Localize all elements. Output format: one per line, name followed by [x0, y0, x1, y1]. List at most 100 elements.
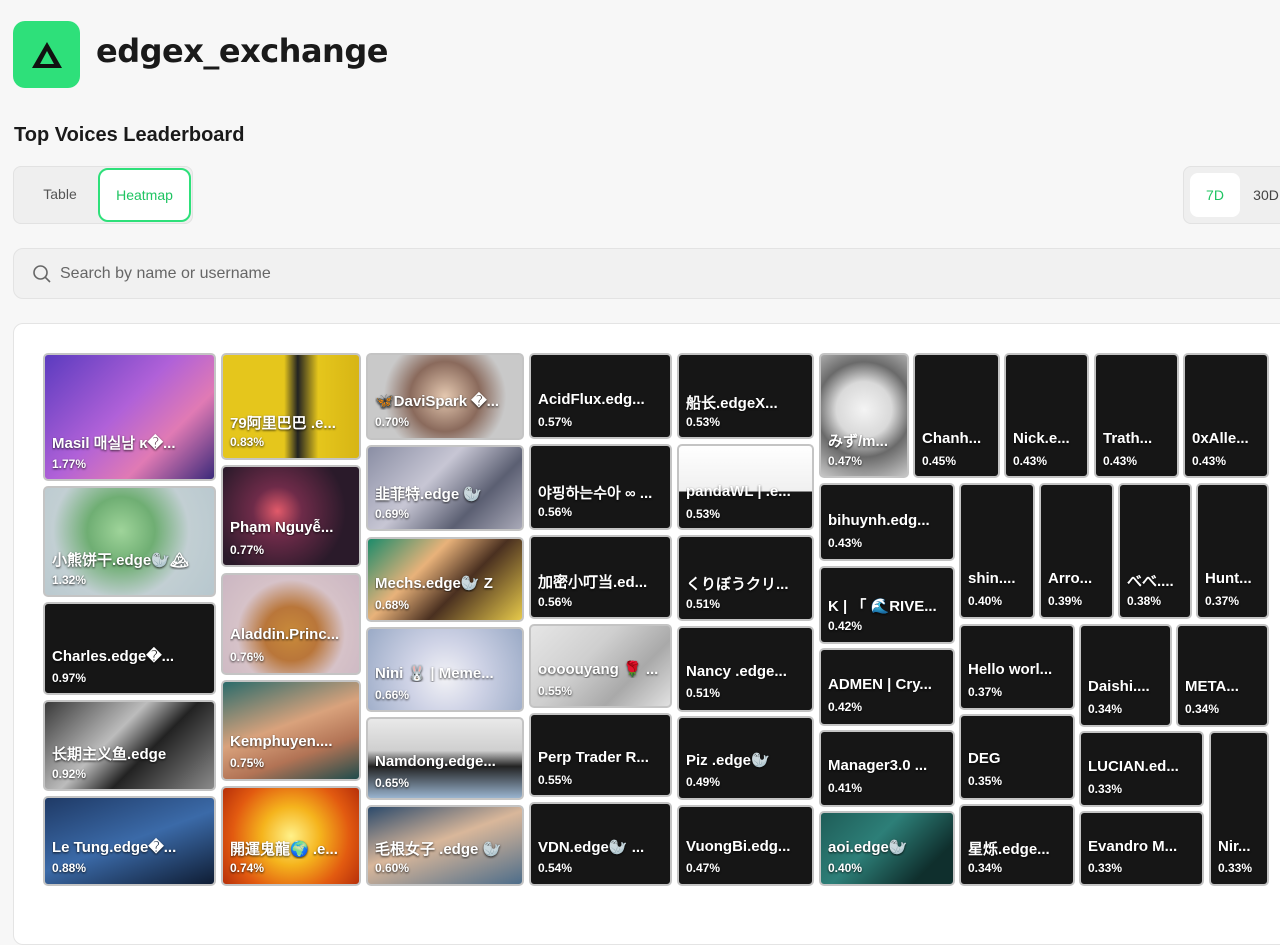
heatmap-tile[interactable]: 小熊饼干.edge🦭🏔 1.32% [43, 486, 216, 597]
tile-name: 韭菲特.edge 🦭 [375, 486, 483, 503]
tile-name: Kemphuyen.... [230, 733, 333, 750]
heatmap-tile[interactable]: みず/m... 0.47% [819, 353, 909, 478]
heatmap-tile[interactable]: 船长.edgeX... 0.53% [677, 353, 814, 439]
heatmap-tile[interactable]: Le Tung.edge�... 0.88% [43, 796, 216, 886]
heatmap-tile[interactable]: META... 0.34% [1176, 624, 1269, 727]
tile-percent: 0.92% [52, 767, 87, 781]
tile-name: VuongBi.edg... [686, 838, 791, 855]
heatmap-tile[interactable]: Charles.edge�... 0.97% [43, 602, 216, 695]
heatmap-tile[interactable]: Trath... 0.43% [1094, 353, 1179, 478]
heatmap-tile[interactable]: Hello worl... 0.37% [959, 624, 1075, 710]
tile-percent: 0.53% [686, 415, 721, 429]
heatmap-tile[interactable]: LUCIAN.ed... 0.33% [1079, 731, 1204, 807]
heatmap-tile[interactable]: 야핑하는수아 ∞ ... 0.56% [529, 444, 672, 530]
tile-percent: 0.34% [1088, 702, 1123, 716]
tile-name: Hunt... [1205, 570, 1252, 587]
heatmap-tile[interactable]: shin.... 0.40% [959, 483, 1035, 619]
tile-percent: 0.77% [230, 543, 265, 557]
heatmap-tile[interactable]: 毛根女子 .edge 🦭 0.60% [366, 805, 524, 886]
heatmap-tile[interactable]: bihuynh.edg... 0.43% [819, 483, 955, 561]
tile-name: 79阿里巴巴 .e... [230, 415, 336, 432]
tile-percent: 0.74% [230, 861, 265, 875]
heatmap-tile[interactable]: Chanh... 0.45% [913, 353, 1000, 478]
heatmap-tile[interactable]: aoi.edge🦭 0.40% [819, 811, 955, 886]
tile-name: oooouyang 🌹 ... [538, 661, 659, 678]
heatmap-tile[interactable]: Hunt... 0.37% [1196, 483, 1269, 619]
tile-name: LUCIAN.ed... [1088, 758, 1179, 775]
heatmap-tile[interactable]: 79阿里巴巴 .e... 0.83% [221, 353, 361, 460]
tile-name: VDN.edge🦭 ... [538, 839, 645, 856]
heatmap-tile[interactable]: VuongBi.edg... 0.47% [677, 805, 814, 886]
tile-percent: 0.57% [538, 415, 573, 429]
heatmap-tile[interactable]: Nini 🐰 | Meme... 0.66% [366, 627, 524, 712]
heatmap-tile[interactable]: Kemphuyen.... 0.75% [221, 680, 361, 781]
tile-name: 毛根女子 .edge 🦭 [375, 841, 502, 858]
heatmap-tile[interactable]: pandaWL | .e... 0.53% [677, 444, 814, 530]
tile-percent: 0.54% [538, 861, 573, 875]
tile-percent: 0.53% [686, 507, 721, 521]
tile-percent: 0.37% [968, 685, 1003, 699]
heatmap-tile[interactable]: 长期主义鱼.edge 0.92% [43, 700, 216, 791]
heatmap-tile[interactable]: 加密小叮当.ed... 0.56% [529, 535, 672, 619]
heatmap-tile[interactable]: Masil 매실남 κ�... 1.77% [43, 353, 216, 481]
tile-percent: 0.35% [968, 774, 1003, 788]
heatmap-tile[interactable]: AcidFlux.edg... 0.57% [529, 353, 672, 439]
tile-name: 야핑하는수아 ∞ ... [538, 485, 653, 502]
heatmap-tile[interactable]: Piz .edge🦭 0.49% [677, 716, 814, 800]
heatmap-tile[interactable]: DEG 0.35% [959, 714, 1075, 800]
heatmap-tile[interactable]: 🦋DaviSpark �... 0.70% [366, 353, 524, 440]
heatmap-tile[interactable]: くりぼうクリ... 0.51% [677, 535, 814, 621]
heatmap-tile[interactable]: 星烁.edge... 0.34% [959, 804, 1075, 886]
heatmap-tile[interactable]: Nir... 0.33% [1209, 731, 1269, 886]
heatmap-tile[interactable]: VDN.edge🦭 ... 0.54% [529, 802, 672, 886]
tile-percent: 0.39% [1048, 594, 1083, 608]
tile-percent: 0.38% [1127, 594, 1162, 608]
heatmap-tile[interactable]: Aladdin.Princ... 0.76% [221, 573, 361, 675]
heatmap-tile[interactable]: Mechs.edge🦭 Z 0.68% [366, 537, 524, 622]
tile-name: Mechs.edge🦭 Z [375, 575, 493, 592]
heatmap-tile[interactable]: 開運鬼龍🌍 .e... 0.74% [221, 786, 361, 886]
tile-percent: 0.40% [828, 861, 863, 875]
tile-percent: 0.60% [375, 861, 410, 875]
heatmap-tile[interactable]: べべ.... 0.38% [1118, 483, 1192, 619]
tile-name: Perp Trader R... [538, 749, 649, 766]
heatmap-tile[interactable]: 韭菲特.edge 🦭 0.69% [366, 445, 524, 531]
heatmap-tile[interactable]: Daishi.... 0.34% [1079, 624, 1172, 727]
tile-name: Manager3.0 ... [828, 757, 928, 774]
heatmap-tile[interactable]: 0xAlle... 0.43% [1183, 353, 1269, 478]
tile-percent: 0.65% [375, 776, 410, 790]
tile-name: Le Tung.edge�... [52, 839, 177, 856]
tile-name: META... [1185, 678, 1239, 695]
tile-percent: 0.43% [1192, 454, 1227, 468]
heatmap-tile[interactable]: Phạm Nguyễ... 0.77% [221, 465, 361, 567]
heatmap-tile[interactable]: Manager3.0 ... 0.41% [819, 730, 955, 807]
tile-percent: 0.41% [828, 781, 863, 795]
tile-name: Masil 매실남 κ�... [52, 435, 176, 452]
tile-percent: 0.97% [52, 671, 87, 685]
heatmap-tile[interactable]: oooouyang 🌹 ... 0.55% [529, 624, 672, 708]
tile-name: 船长.edgeX... [686, 395, 778, 412]
tile-percent: 0.68% [375, 598, 410, 612]
heatmap-tile[interactable]: Arro... 0.39% [1039, 483, 1114, 619]
tile-percent: 0.45% [922, 454, 957, 468]
tile-percent: 0.69% [375, 507, 410, 521]
tile-percent: 0.75% [230, 756, 265, 770]
tile-percent: 0.40% [968, 594, 1003, 608]
heatmap-tile[interactable]: Namdong.edge... 0.65% [366, 717, 524, 800]
tile-name: Evandro M... [1088, 838, 1178, 855]
tile-percent: 0.43% [828, 536, 863, 550]
tile-percent: 0.51% [686, 597, 721, 611]
tile-name: shin.... [968, 570, 1016, 587]
heatmap-tile[interactable]: ADMEN | Cry... 0.42% [819, 648, 955, 726]
tile-name: Chanh... [922, 430, 982, 447]
heatmap-tile[interactable]: Evandro M... 0.33% [1079, 811, 1204, 886]
tile-percent: 1.77% [52, 457, 87, 471]
tile-percent: 0.70% [375, 415, 410, 429]
heatmap-tile[interactable]: Nick.e... 0.43% [1004, 353, 1089, 478]
heatmap-tile[interactable]: K | 「 🌊RIVE... 0.42% [819, 566, 955, 644]
heatmap-tile[interactable]: Nancy .edge... 0.51% [677, 626, 814, 712]
tile-name: Aladdin.Princ... [230, 626, 340, 643]
tile-name: 星烁.edge... [968, 841, 1050, 858]
heatmap-tile[interactable]: Perp Trader R... 0.55% [529, 713, 672, 797]
tile-name: pandaWL | .e... [686, 483, 791, 500]
